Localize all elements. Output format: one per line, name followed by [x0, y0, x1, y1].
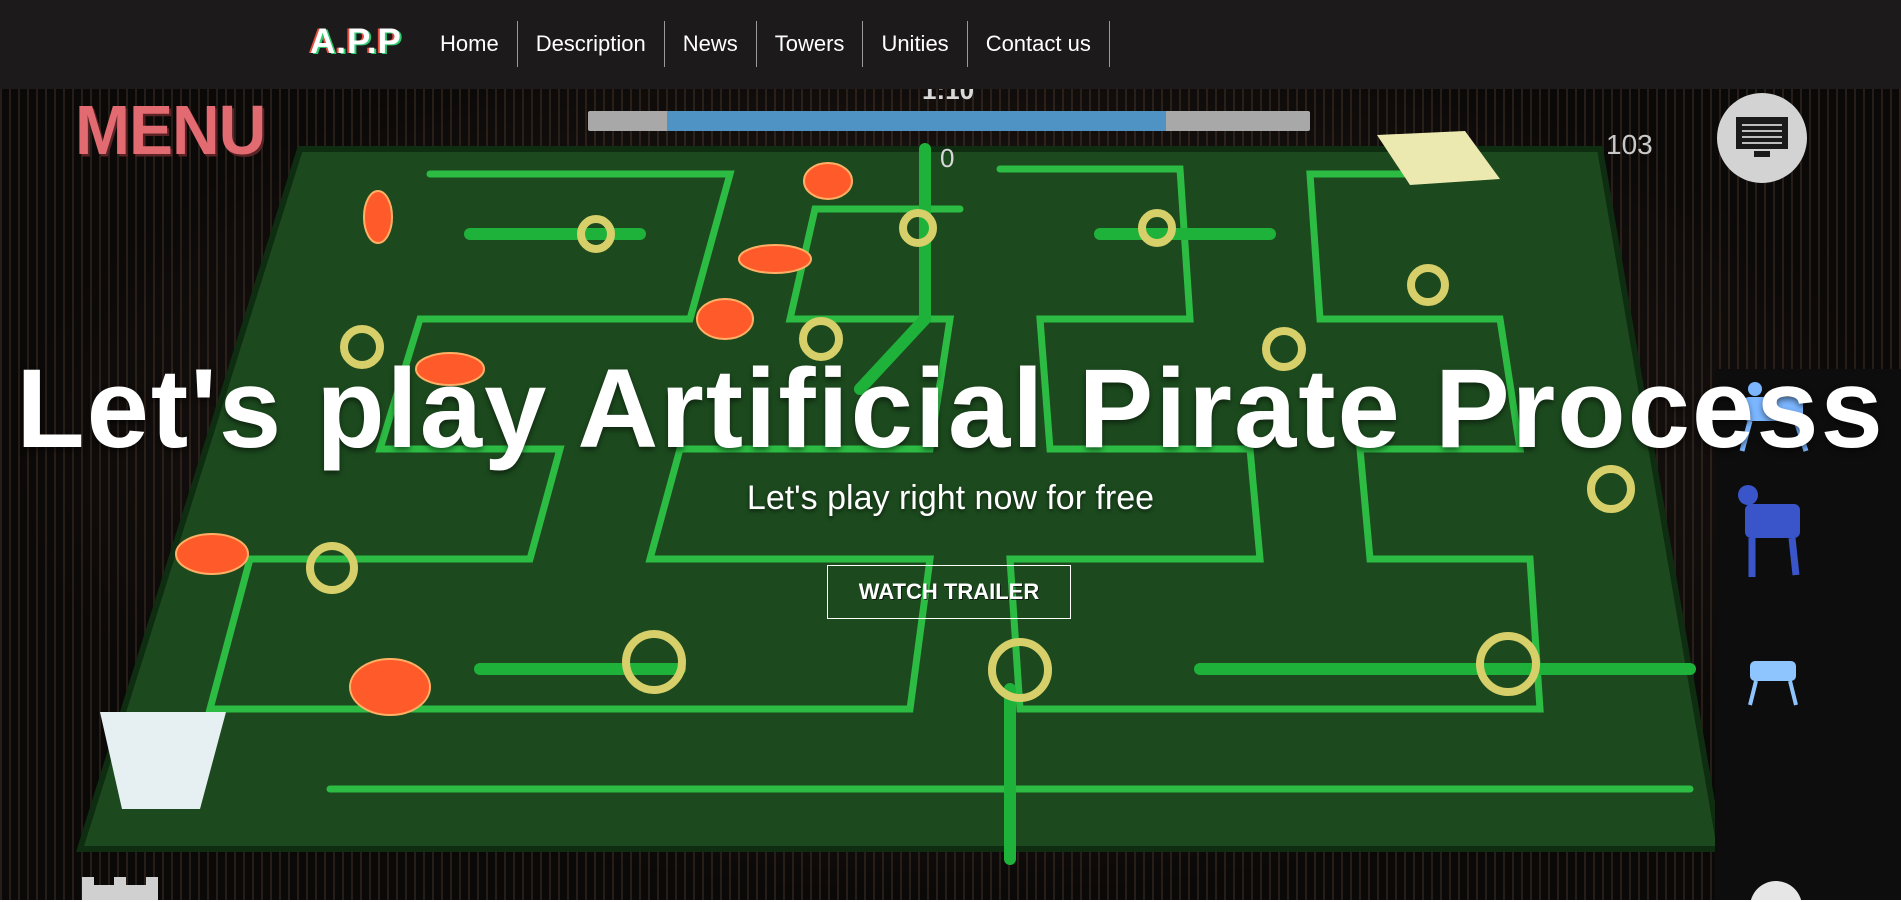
monitor-button[interactable]: [1717, 93, 1807, 183]
enemy-bug-icon: [803, 162, 853, 200]
wave-count: 0: [940, 143, 955, 173]
enemy-bug-icon: [349, 658, 431, 716]
game-menu-button[interactable]: MENU: [75, 90, 266, 170]
brand-logo[interactable]: A.P.P: [310, 22, 402, 62]
monitor-icon: [1736, 117, 1788, 157]
nav-item-contact-us[interactable]: Contact us: [968, 21, 1110, 67]
nav-item-unities[interactable]: Unities: [863, 21, 968, 67]
enemy-bug-icon: [696, 298, 754, 340]
main-nav: Home Description News Towers Unities Con…: [422, 21, 1110, 67]
nav-item-towers[interactable]: Towers: [757, 21, 864, 67]
castle-icon[interactable]: [82, 877, 158, 900]
wave-progress-bar: [588, 111, 1310, 131]
hero-title: Let's play Artificial Pirate Process: [16, 346, 1885, 471]
enemy-bug-icon: [738, 244, 812, 274]
nav-item-news[interactable]: News: [665, 21, 757, 67]
nav-item-home[interactable]: Home: [422, 21, 518, 67]
enemy-bug-icon: [363, 190, 393, 244]
nav-item-description[interactable]: Description: [518, 21, 665, 67]
enemy-bug-icon: [175, 533, 249, 575]
hero-section: MENU 1:10 0 103 Let's play Artificial Pi…: [0, 89, 1901, 900]
watch-trailer-button[interactable]: WATCH TRAILER: [827, 565, 1071, 619]
navbar: A.P.P Home Description News Towers Uniti…: [0, 0, 1901, 89]
hero-subtitle: Let's play right now for free: [746, 479, 1155, 517]
wave-progress-fill: [667, 111, 1166, 131]
coin-count: 103: [1606, 129, 1653, 160]
wave-timer: 1:10: [922, 89, 975, 105]
